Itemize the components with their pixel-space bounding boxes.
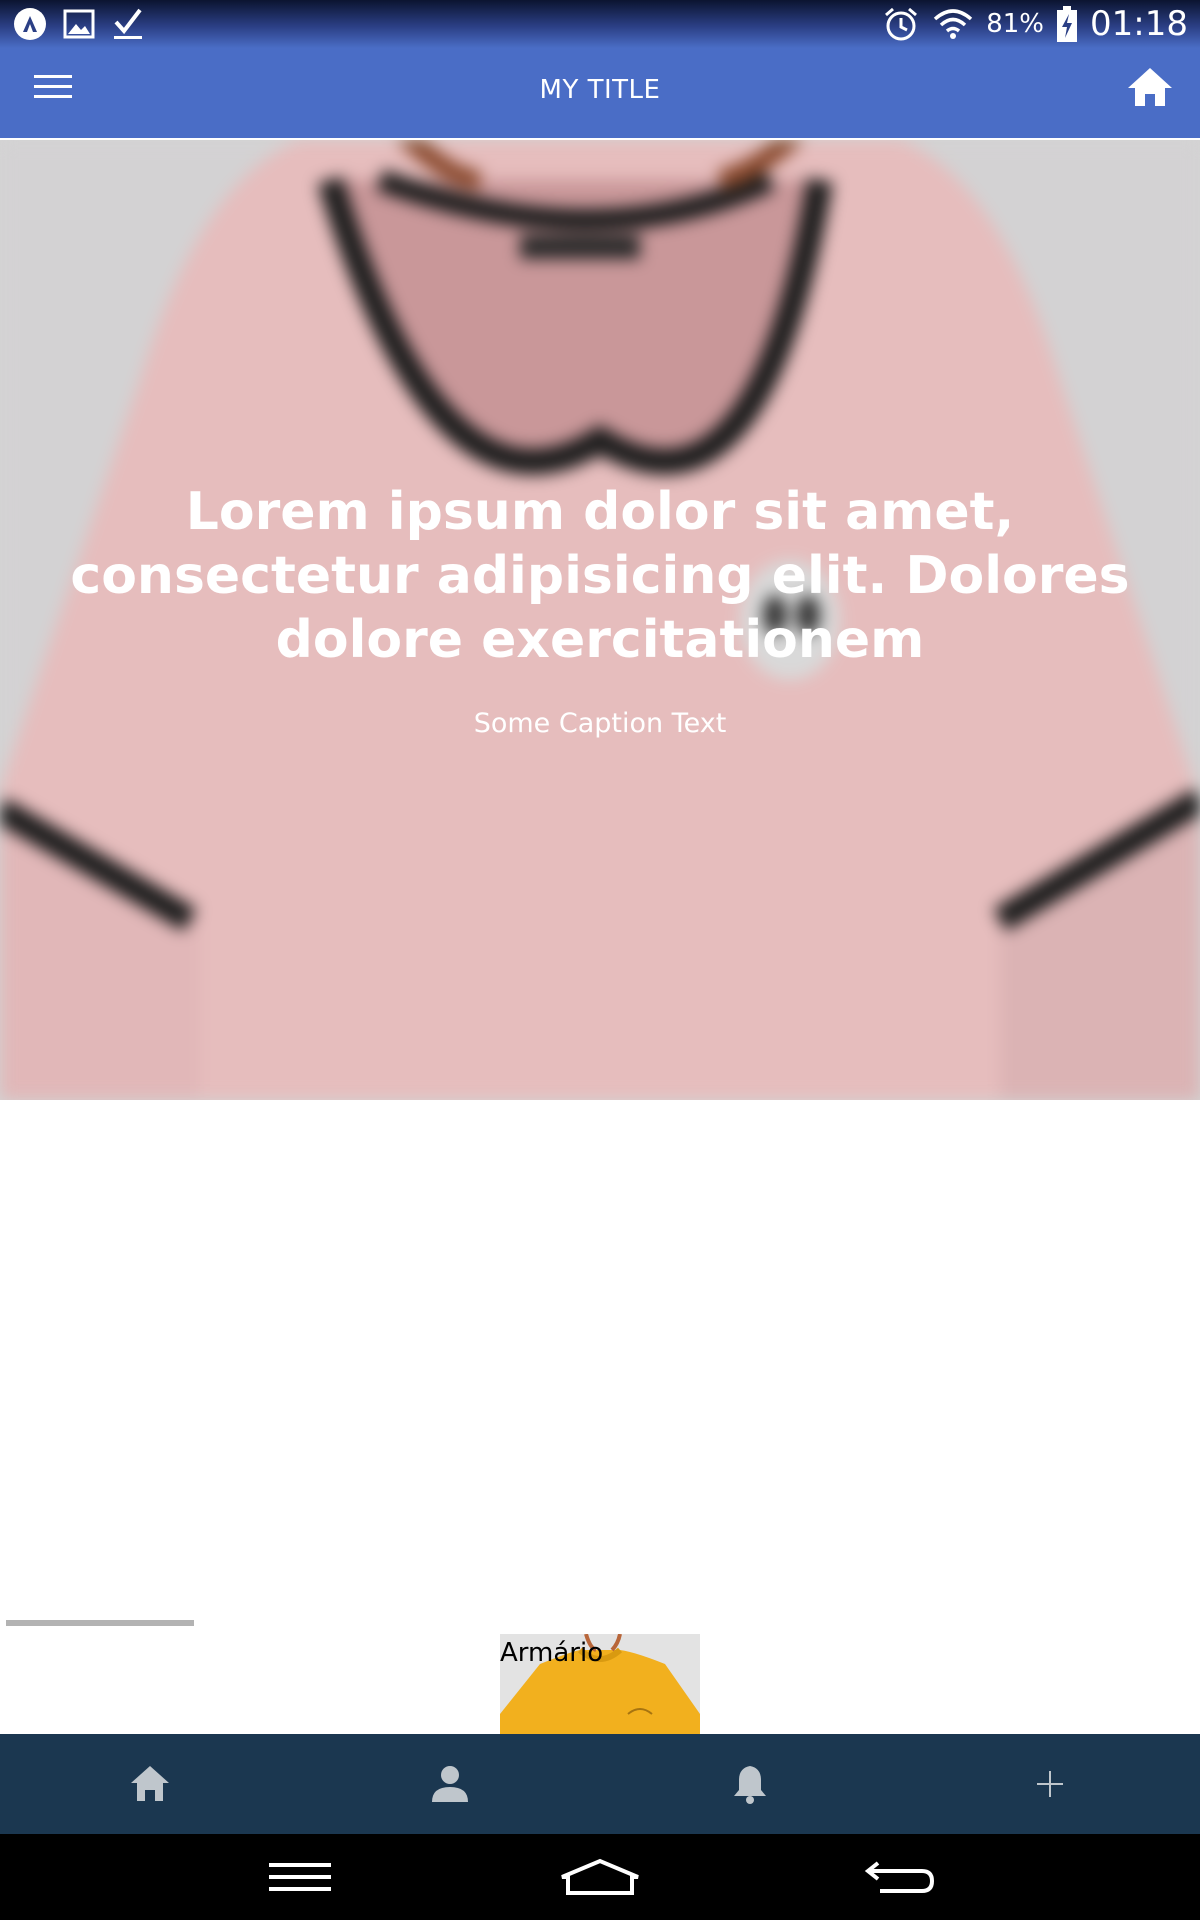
system-home-button[interactable] [540,1844,660,1910]
back-button[interactable] [840,1844,960,1910]
system-navigation-bar [0,1834,1200,1920]
bottom-navigation [0,1734,1200,1834]
recent-apps-button[interactable] [240,1844,360,1910]
hero-caption: Some Caption Text [473,708,727,739]
battery-charging-icon [1057,6,1078,42]
image-notification-icon [63,9,95,39]
home-icon [1128,68,1172,106]
system-status: 81% 01:18 [882,4,1188,44]
home-outline-icon [561,1858,639,1895]
nav-profile[interactable] [300,1734,600,1834]
download-done-icon [114,8,142,39]
scroll-indicator [6,1620,194,1626]
notification-icons [12,6,146,42]
menu-lines-icon [269,1863,331,1891]
home-icon [131,1766,169,1801]
battery-percent: 81% [986,9,1045,39]
app-bar: MY TITLE [0,48,1200,138]
hero-text: Lorem ipsum dolor sit amet, consectetur … [60,480,1140,739]
status-bar: 81% 01:18 [0,0,1200,48]
card-label: Armário [500,1638,604,1668]
plus-icon [1037,1771,1063,1797]
nav-notifications[interactable] [600,1734,900,1834]
back-arrow-icon [864,1861,935,1893]
nav-add[interactable] [900,1734,1200,1834]
clock: 01:18 [1090,4,1188,44]
category-card-armario[interactable]: Armário [500,1634,700,1734]
hero-banner[interactable]: Lorem ipsum dolor sit amet, consectetur … [0,140,1200,1100]
person-icon [432,1766,468,1802]
nav-home[interactable] [0,1734,300,1834]
home-button[interactable] [1122,60,1178,116]
bell-icon [734,1766,766,1804]
alarm-icon [885,7,918,41]
hero-heading: Lorem ipsum dolor sit amet, consectetur … [70,482,1130,670]
app-notification-icon [14,8,46,40]
page-title: MY TITLE [539,75,661,105]
wifi-icon [934,9,973,39]
